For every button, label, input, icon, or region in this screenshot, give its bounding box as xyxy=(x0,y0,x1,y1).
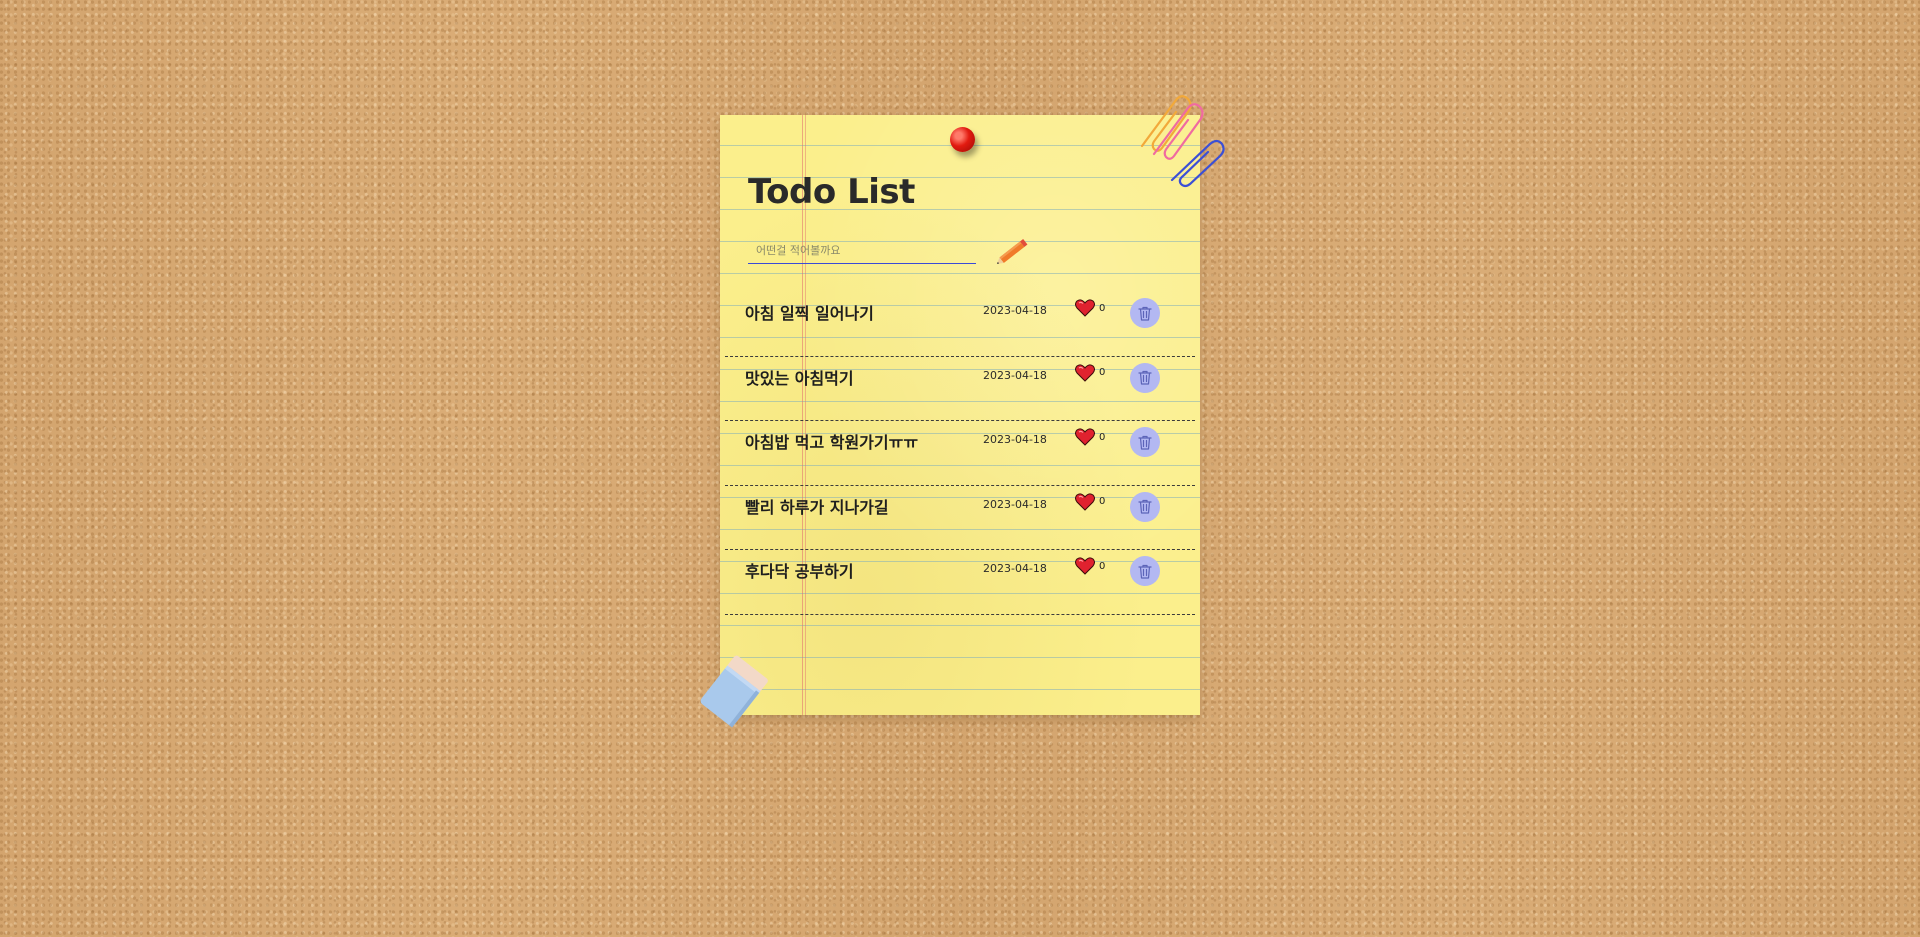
like-button[interactable]: 0 xyxy=(1075,557,1105,575)
delete-button[interactable] xyxy=(1130,298,1160,328)
delete-button[interactable] xyxy=(1130,427,1160,457)
todo-text: 아침 일찍 일어나기 xyxy=(745,304,874,323)
heart-icon xyxy=(1075,492,1095,511)
todo-date: 2023-04-18 xyxy=(983,497,1047,511)
eraser-icon xyxy=(700,655,768,728)
pushpin-icon xyxy=(950,127,975,152)
todo-item: 빨리 하루가 지나가길 2023-04-18 0 xyxy=(725,486,1195,550)
todo-list: 아침 일찍 일어나기 2023-04-18 0 맛있는 아침먹기 2023-04… xyxy=(725,292,1195,615)
delete-button[interactable] xyxy=(1130,362,1160,393)
paperclip-icon xyxy=(1140,95,1225,188)
like-button[interactable]: 0 xyxy=(1075,299,1105,317)
heart-icon xyxy=(1075,557,1095,575)
trash-icon xyxy=(1138,435,1152,450)
todo-item: 맛있는 아침먹기 2023-04-18 0 xyxy=(725,357,1195,421)
todo-item: 후다닥 공부하기 2023-04-18 0 xyxy=(725,550,1195,615)
like-count: 0 xyxy=(1099,431,1106,443)
like-button[interactable]: 0 xyxy=(1075,492,1106,511)
todo-date: 2023-04-18 xyxy=(983,304,1047,317)
todo-text: 후다닥 공부하기 xyxy=(745,562,854,581)
heart-icon xyxy=(1075,363,1095,382)
like-count: 0 xyxy=(1099,367,1106,378)
like-count: 0 xyxy=(1099,560,1106,572)
todo-text: 맛있는 아침먹기 xyxy=(745,368,854,388)
todo-date: 2023-04-18 xyxy=(983,433,1047,446)
trash-icon xyxy=(1138,499,1152,514)
todo-text: 아침밥 먹고 학원가기ㅠㅠ xyxy=(745,433,919,452)
delete-button[interactable] xyxy=(1130,556,1160,586)
trash-icon xyxy=(1138,564,1152,579)
delete-button[interactable] xyxy=(1130,491,1160,522)
todo-date: 2023-04-18 xyxy=(983,368,1047,382)
like-button[interactable]: 0 xyxy=(1075,363,1106,382)
trash-icon xyxy=(1138,306,1152,321)
todo-item: 아침 일찍 일어나기 2023-04-18 0 xyxy=(725,292,1195,357)
heart-icon xyxy=(1075,428,1095,446)
like-count: 0 xyxy=(1099,496,1106,507)
page-title: Todo List xyxy=(748,172,915,212)
pencil-icon[interactable] xyxy=(993,236,1033,268)
like-button[interactable]: 0 xyxy=(1075,428,1105,446)
trash-icon xyxy=(1138,370,1152,385)
todo-item: 아침밥 먹고 학원가기ㅠㅠ 2023-04-18 0 xyxy=(725,421,1195,486)
like-count: 0 xyxy=(1099,302,1106,314)
todo-input[interactable] xyxy=(748,238,976,264)
todo-date: 2023-04-18 xyxy=(983,562,1047,575)
todo-text: 빨리 하루가 지나가길 xyxy=(745,497,889,517)
heart-icon xyxy=(1075,299,1095,317)
